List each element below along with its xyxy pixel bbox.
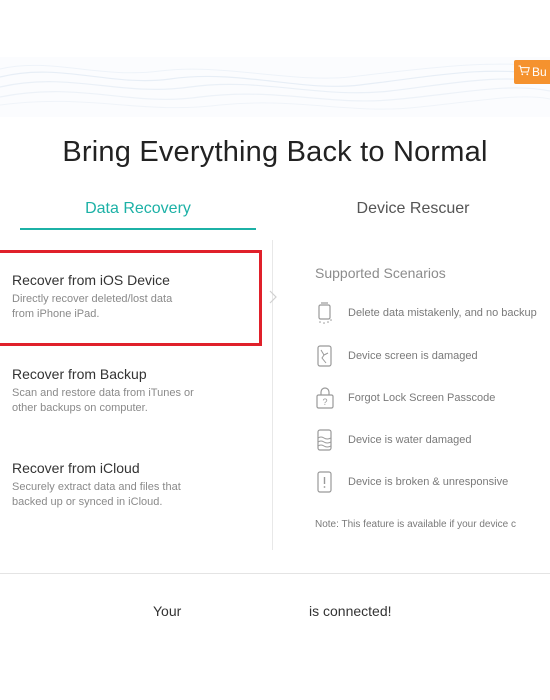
option-title: Recover from iCloud [12, 460, 140, 476]
availability-note: Note: This feature is available if your … [315, 519, 517, 530]
footer-divider [0, 573, 550, 574]
option-desc-line-2: backed up or synced in iCloud. [12, 496, 163, 508]
trash-icon [318, 302, 332, 324]
cart-icon [518, 65, 530, 79]
tab-device-rescuer[interactable]: Device Rescuer [300, 200, 526, 218]
broken-screen-icon [317, 345, 332, 367]
scenario-item: ? Forgot Lock Screen Passcode [315, 386, 495, 410]
scenario-item: Delete data mistakenly, and no backup [315, 301, 537, 325]
scenario-label: Device is broken & unresponsive [348, 476, 509, 488]
scenario-label: Forgot Lock Screen Passcode [348, 392, 496, 404]
chevron-right-icon [269, 290, 277, 304]
water-damage-icon [317, 429, 332, 451]
buy-button[interactable]: Bu [514, 60, 550, 84]
connection-status-suffix: is connected! [309, 603, 392, 619]
scenario-item: Device screen is damaged [315, 344, 478, 368]
header-banner [0, 57, 550, 117]
option-recover-backup[interactable]: Recover from Backup Scan and restore dat… [12, 366, 262, 416]
wave-decoration [0, 57, 550, 117]
supported-scenarios-title: Supported Scenarios [315, 265, 446, 281]
scenario-label: Device is water damaged [348, 434, 472, 446]
tab-data-recovery[interactable]: Data Recovery [20, 200, 256, 218]
device-alert-icon [317, 471, 332, 493]
scenario-label: Device screen is damaged [348, 350, 478, 362]
option-recover-icloud[interactable]: Recover from iCloud Securely extract dat… [12, 460, 262, 510]
scenario-item: Device is broken & unresponsive [315, 470, 508, 494]
svg-text:?: ? [322, 397, 327, 407]
app-window: Bu Bring Everything Back to Normal Data … [0, 0, 550, 700]
scenario-label: Delete data mistakenly, and no backup [348, 307, 537, 319]
option-desc-line-1: Securely extract data and files that [12, 481, 181, 493]
option-desc-line-1: Scan and restore data from iTunes or [12, 387, 194, 399]
connection-status-prefix: Your [153, 603, 182, 619]
selection-highlight [0, 250, 262, 346]
buy-label: Bu [532, 65, 547, 79]
page-title: Bring Everything Back to Normal [62, 136, 488, 168]
lock-question-icon: ? [316, 387, 334, 409]
scenario-item: Device is water damaged [315, 428, 472, 452]
option-title: Recover from Backup [12, 366, 147, 382]
option-desc-line-2: other backups on computer. [12, 402, 148, 414]
panel-divider [272, 240, 273, 550]
active-tab-indicator [20, 228, 256, 230]
